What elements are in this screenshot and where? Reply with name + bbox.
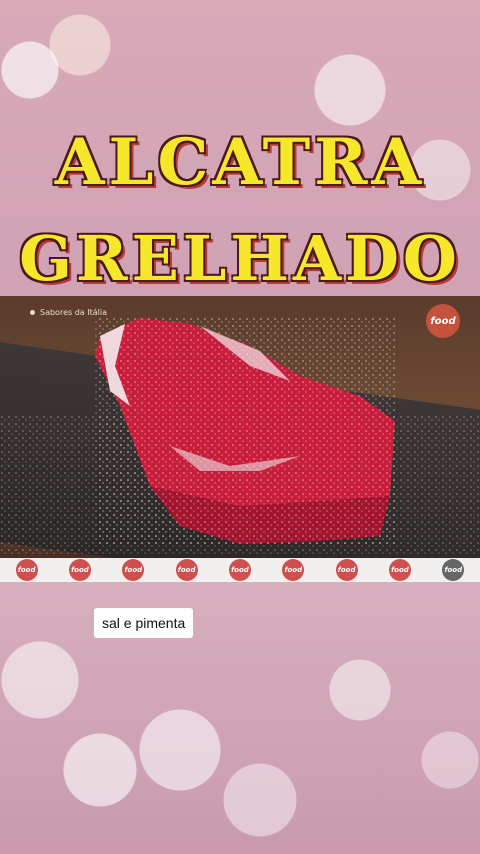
food-logo-icon: food: [282, 559, 305, 581]
caption-label: sal e pimenta: [94, 608, 194, 638]
food-logo-icon: food: [122, 559, 145, 581]
food-logo-icon: food: [68, 559, 91, 581]
video-watermark: Sabores da Itália: [40, 308, 107, 317]
food-logo-icon: food: [228, 559, 251, 581]
title-line-2: GRELHADO: [19, 222, 461, 295]
food-logo-icon: food: [388, 559, 411, 581]
food-logo-icon: food: [15, 559, 38, 581]
steak-image: [0, 318, 480, 556]
title-line-1: ALCATRA: [54, 125, 426, 200]
watermark-dot-icon: [30, 310, 35, 315]
food-network-logo: food: [426, 304, 460, 338]
food-logo-icon: food: [175, 559, 198, 581]
food-logo-icon: food: [442, 559, 465, 581]
food-logo-icon: food: [335, 559, 358, 581]
logo-strip: food food food food food food food food …: [0, 558, 480, 582]
video-frame[interactable]: Sabores da Itália food: [0, 296, 480, 558]
